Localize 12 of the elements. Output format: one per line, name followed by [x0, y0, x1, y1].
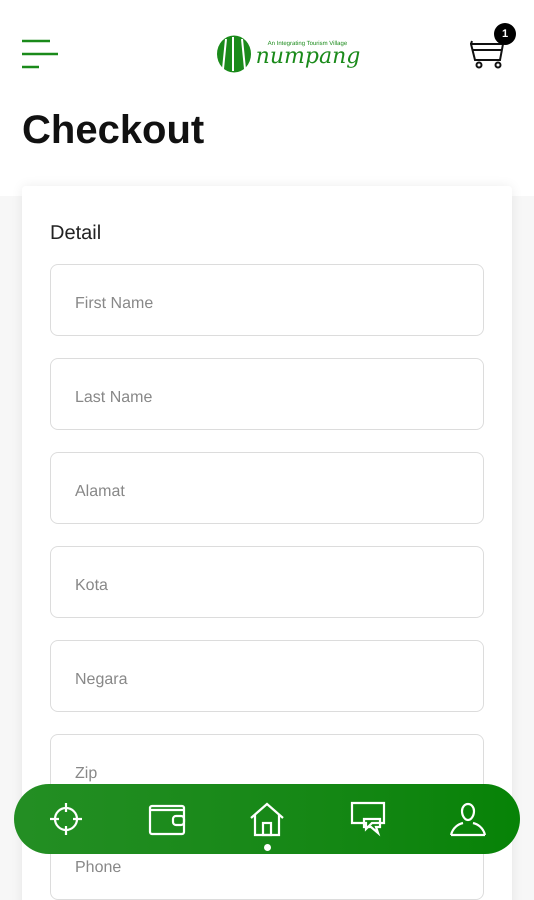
- cart-badge: 1: [494, 23, 516, 45]
- section-heading: Detail: [50, 221, 102, 246]
- logo-icon: [216, 35, 252, 73]
- input-field[interactable]: First Name: [50, 264, 484, 336]
- input-field[interactable]: Kota: [50, 546, 484, 618]
- logo-text: numpang: [256, 46, 360, 68]
- input-field[interactable]: Last Name: [50, 358, 484, 430]
- input-field[interactable]: Negara: [50, 640, 484, 712]
- input-field[interactable]: Alamat: [50, 452, 484, 524]
- cart-icon[interactable]: [470, 39, 504, 69]
- page-title: Checkout: [21, 107, 206, 154]
- menu-icon[interactable]: [22, 39, 58, 69]
